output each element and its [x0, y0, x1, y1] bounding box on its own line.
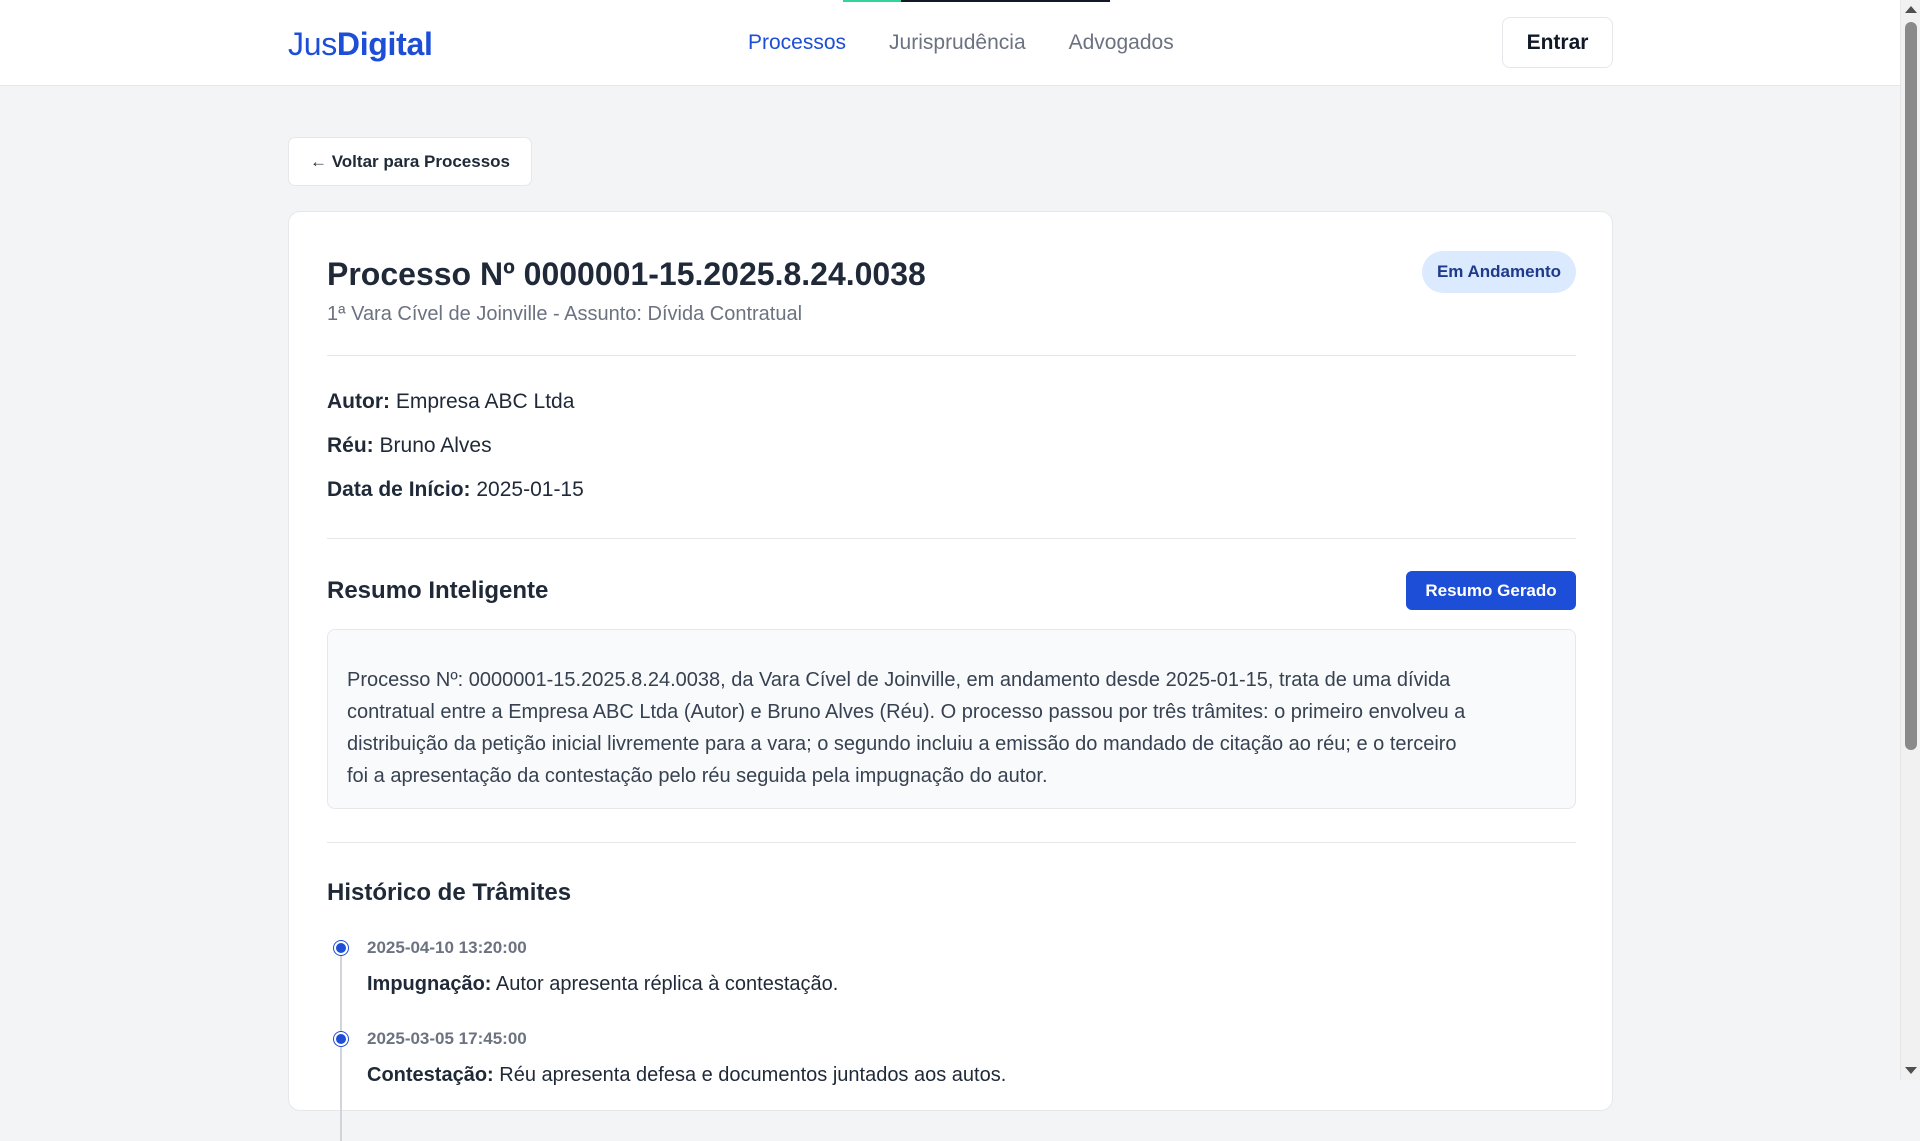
summary-generated-button[interactable]: Resumo Gerado	[1406, 571, 1576, 610]
nav-link-advogados[interactable]: Advogados	[1069, 28, 1174, 58]
summary-section-title: Resumo Inteligente	[327, 577, 549, 604]
timeline-entry: Impugnação: Autor apresenta réplica à co…	[367, 970, 838, 998]
timeline-date: 2025-03-05 17:45:00	[367, 1029, 527, 1048]
logo-text-digital: Digital	[336, 26, 433, 62]
summary-line: contratual entre a Empresa ABC Ltda (Aut…	[347, 701, 1466, 723]
detail-label: Data de Início:	[327, 478, 471, 501]
main-nav: Processos Jurisprudência Advogados	[748, 28, 1174, 58]
nav-link-processos[interactable]: Processos	[748, 28, 846, 58]
status-badge: Em Andamento	[1421, 251, 1576, 293]
divider	[327, 842, 1576, 843]
detail-value: Empresa ABC Ltda	[395, 390, 575, 413]
detail-label: Autor:	[327, 390, 390, 413]
login-button[interactable]: Entrar	[1502, 17, 1613, 68]
history-section-title: Histórico de Trâmites	[327, 879, 572, 906]
summary-line: distribuição da petição inicial livremen…	[347, 733, 1457, 755]
scroll-down-arrow-icon[interactable]	[1905, 1067, 1917, 1074]
back-button-label: ← Voltar para Processos	[310, 151, 510, 171]
page-loading-bar	[843, 0, 1110, 2]
detail-value: Bruno Alves	[379, 434, 492, 457]
process-detail-card: Processo Nº 0000001-15.2025.8.24.0038 1ª…	[288, 211, 1613, 1141]
detail-reu: Réu: Bruno Alves	[327, 431, 492, 461]
timeline-date: 2025-04-10 13:20:00	[367, 938, 527, 957]
site-logo[interactable]: JusDigital	[288, 24, 433, 64]
summary-text-box: Processo Nº: 0000001-15.2025.8.24.0038, …	[327, 629, 1576, 809]
timeline-dot	[334, 941, 348, 955]
nav-link-jurisprudencia[interactable]: Jurisprudência	[889, 28, 1026, 58]
logo-text-jus: Jus	[288, 26, 337, 62]
summary-line: foi a apresentação da contestação pelo r…	[347, 765, 1048, 787]
detail-autor: Autor: Empresa ABC Ltda	[327, 387, 574, 417]
back-to-processes-button[interactable]: ← Voltar para Processos	[288, 137, 532, 186]
scrollbar-thumb[interactable]	[1905, 22, 1917, 750]
timeline-entry-label: Contestação:	[367, 1064, 494, 1086]
detail-value: 2025-01-15	[476, 478, 584, 501]
process-title: Processo Nº 0000001-15.2025.8.24.0038	[327, 256, 926, 292]
timeline-entry-label: Impugnação:	[367, 973, 492, 995]
timeline-dot	[334, 1032, 348, 1046]
timeline-entry-text: Réu apresenta defesa e documentos juntad…	[499, 1064, 1007, 1086]
timeline-entry-text: Autor apresenta réplica à contestação.	[495, 973, 839, 995]
process-subtitle: 1ª Vara Cível de Joinville - Assunto: Dí…	[327, 303, 803, 325]
loading-bar-accent	[843, 0, 901, 2]
summary-line: Processo Nº: 0000001-15.2025.8.24.0038, …	[347, 669, 1451, 691]
scroll-up-arrow-icon[interactable]	[1905, 6, 1917, 13]
vertical-scrollbar[interactable]	[1900, 0, 1920, 1080]
divider	[327, 538, 1576, 539]
detail-label: Réu:	[327, 434, 374, 457]
top-navbar: JusDigital Processos Jurisprudência Advo…	[0, 0, 1900, 86]
detail-data-inicio: Data de Início: 2025-01-15	[327, 475, 584, 505]
timeline-entry: Contestação: Réu apresenta defesa e docu…	[367, 1061, 1006, 1089]
divider	[327, 355, 1576, 356]
